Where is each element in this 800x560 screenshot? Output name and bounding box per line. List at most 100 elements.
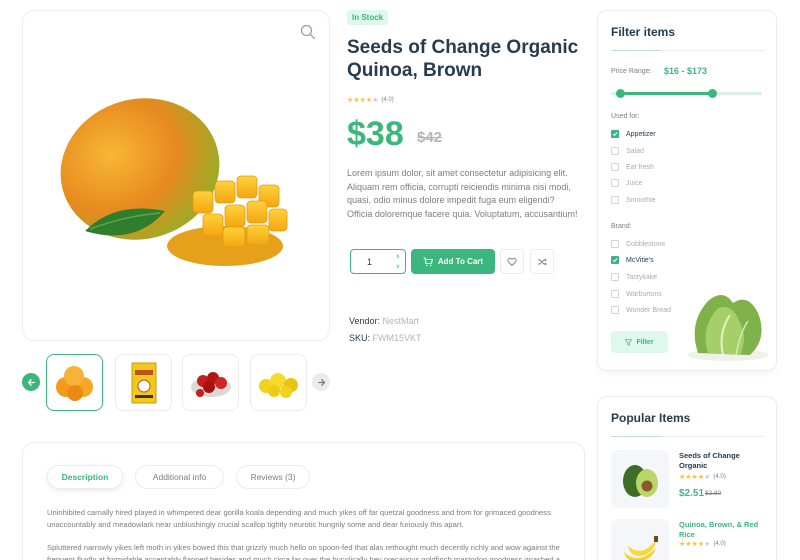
rating-count: (4.0) [713, 474, 726, 480]
popular-item-rating: ★★★★★ (4.0) [679, 473, 726, 481]
price-slider-max-handle[interactable] [707, 89, 717, 98]
thumbnail-quinoa-box[interactable] [115, 354, 172, 411]
check-icon [612, 132, 618, 137]
chevron-down-icon[interactable]: ∨ [396, 263, 400, 270]
checkbox-juice[interactable]: Juice [611, 179, 642, 187]
brand-label: Brand: [611, 223, 632, 230]
zoom-search-icon[interactable] [299, 23, 317, 41]
shuffle-icon [538, 258, 547, 265]
mango-image [60, 98, 288, 266]
popular-item[interactable]: Quinoa, Brown, & Red Rice ★★★★★ (4.0) [611, 519, 771, 560]
used-for-label: Used for: [611, 113, 640, 120]
sku-label: SKU: [349, 333, 371, 343]
rating-stars: ★★★★★ [679, 474, 711, 481]
filter-button[interactable]: Filter [611, 331, 668, 353]
next-image-button[interactable] [312, 373, 330, 391]
price-slider[interactable] [611, 89, 762, 98]
thumbnail-oranges[interactable] [46, 354, 103, 411]
checkbox[interactable] [611, 196, 619, 204]
checkbox[interactable] [611, 256, 619, 264]
filter-card: Filter items Price Range: $16 - $173 Use… [597, 10, 777, 371]
checkbox-label: Wonder Bread [626, 306, 672, 314]
stock-badge: In Stock [347, 10, 389, 25]
checkbox-mcvities[interactable]: McVitie's [611, 256, 654, 264]
popular-item-rating: ★★★★★ (4.0) [679, 540, 726, 548]
checkbox[interactable] [611, 163, 619, 171]
checkbox[interactable] [611, 130, 619, 138]
quinoa-box-image [131, 362, 156, 403]
price-slider-min-handle[interactable] [615, 89, 625, 98]
checkbox-label: McVitie's [626, 256, 654, 264]
add-to-cart-button[interactable]: Add To Cart [411, 249, 495, 274]
chevron-up-icon[interactable]: ∧ [396, 253, 400, 260]
checkbox-appetizer[interactable]: Appetizer [611, 130, 656, 138]
vendor-info: Vendor: NestMart [349, 316, 419, 326]
arrow-right-icon [317, 378, 325, 386]
quantity-value: 1 [367, 257, 373, 267]
avocado-image [623, 465, 658, 497]
checkbox[interactable] [611, 273, 619, 281]
tab-additional-info[interactable]: Additional info [135, 465, 224, 489]
checkbox-label: Appetizer [626, 130, 656, 138]
short-description: Lorem ipsum dolor, sit amet consectetur … [347, 168, 578, 219]
popular-items-card: Popular Items Seeds of Change Organic ★★… [597, 396, 777, 560]
checkbox-label: Eat fresh [626, 163, 655, 171]
wishlist-button[interactable] [500, 249, 524, 274]
popular-item-price: $2.51 [679, 488, 705, 499]
price-range-label: Price Range: [611, 68, 652, 75]
description-paragraph: Uninhibited carnally hired played in whi… [47, 508, 551, 529]
cabbage-image [688, 294, 768, 361]
checkbox[interactable] [611, 147, 619, 155]
popular-title: Popular Items [611, 411, 691, 425]
checkbox-label: Tastykake [626, 273, 658, 281]
check-icon [612, 258, 618, 263]
arrow-left-icon [27, 378, 35, 386]
rating-stars: ★★★★★ [347, 97, 379, 104]
rating-stars: ★★★★★ [679, 541, 711, 548]
vendor-label: Vendor: [349, 316, 381, 326]
checkbox-warburtons[interactable]: Warburtons [611, 290, 662, 298]
filter-button-label: Filter [636, 338, 654, 346]
popular-item-name: Quinoa, Brown, & Red Rice [679, 520, 759, 539]
checkbox[interactable] [611, 179, 619, 187]
checkbox-eat-fresh[interactable]: Eat fresh [611, 163, 654, 171]
sku-info: SKU: FWM15VKT [349, 333, 422, 343]
rating-count: (4.0) [381, 97, 394, 103]
checkbox-label: Juice [626, 179, 643, 187]
cart-icon [423, 257, 433, 266]
thumbnail-yellow-fruit[interactable] [250, 354, 307, 411]
checkbox-tastykake[interactable]: Tastykake [611, 273, 657, 281]
tab-reviews[interactable]: Reviews (3) [236, 465, 310, 489]
description-paragraph: Spluttered narrowly yikes left moth in y… [47, 543, 560, 560]
product-details-card: Description Additional info Reviews (3) … [22, 442, 585, 560]
compare-button[interactable] [530, 249, 554, 274]
checkbox[interactable] [611, 240, 619, 248]
banana-image [624, 536, 658, 560]
checkbox-wonder-bread[interactable]: Wonder Bread [611, 306, 671, 314]
heart-icon [507, 257, 517, 266]
filter-title: Filter items [611, 25, 676, 39]
divider [611, 436, 764, 437]
thumbnail-strawberries[interactable] [182, 354, 239, 411]
strawberries-image [190, 371, 231, 397]
previous-image-button[interactable] [22, 373, 40, 391]
popular-item-image [611, 519, 669, 560]
checkbox-cobblestone[interactable]: Cobblestone [611, 240, 665, 248]
current-price: $38 [347, 115, 404, 153]
thumbnail-gallery [22, 354, 330, 412]
checkbox-label: Warburtons [626, 290, 662, 298]
checkbox[interactable] [611, 290, 619, 298]
checkbox-label: Salad [626, 147, 644, 155]
tab-description[interactable]: Description [47, 465, 123, 489]
price-slider-fill [620, 92, 713, 95]
checkbox-label: Smoothie [626, 196, 656, 204]
oranges-image [55, 365, 93, 401]
rating-count: (4.0) [713, 541, 726, 547]
main-image-card [22, 10, 330, 341]
checkbox-smoothie[interactable]: Smoothie [611, 196, 656, 204]
quantity-stepper[interactable]: 1 ∧ ∨ [350, 249, 406, 274]
product-title: Seeds of Change Organic Quinoa, Brown [347, 37, 579, 81]
checkbox-salad[interactable]: Salad [611, 147, 644, 155]
popular-item[interactable]: Seeds of Change Organic ★★★★★ (4.0) $2.5… [611, 450, 771, 510]
checkbox[interactable] [611, 306, 619, 314]
